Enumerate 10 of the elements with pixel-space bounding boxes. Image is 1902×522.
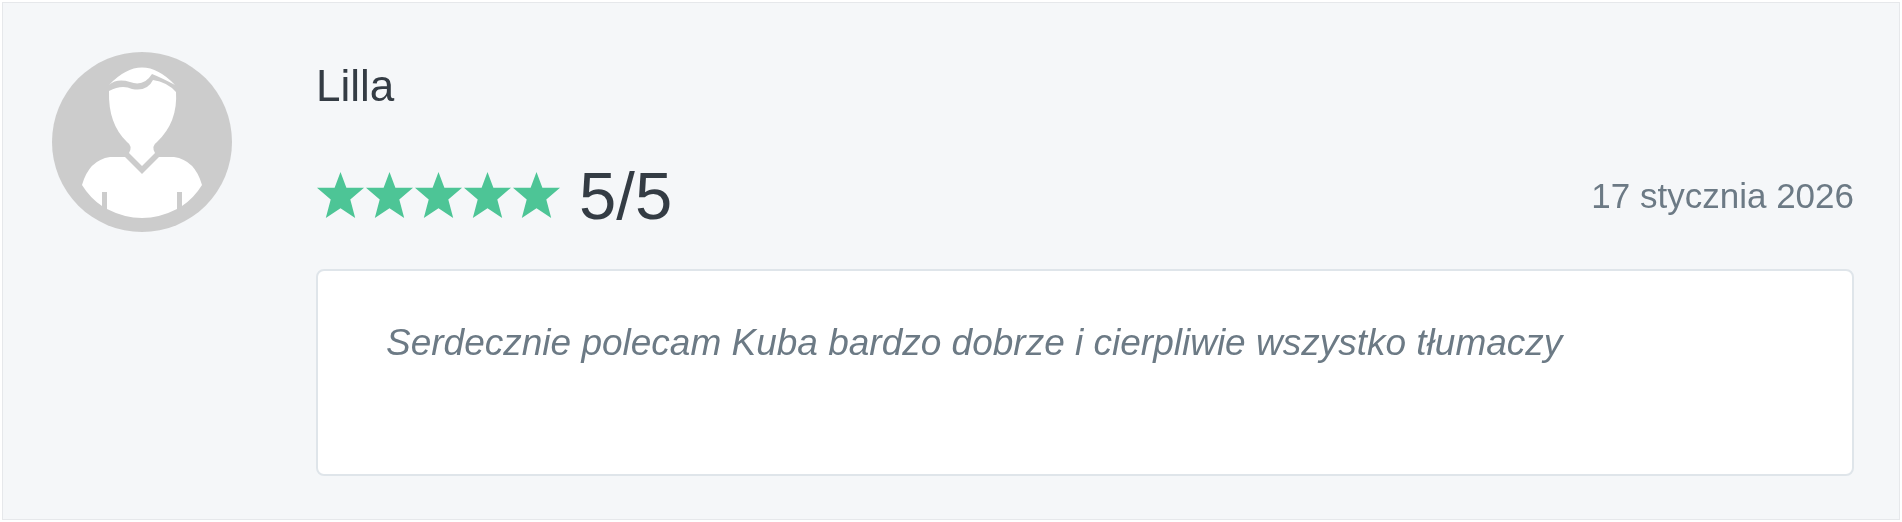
review-text: Serdecznie polecam Kuba bardzo dobrze i cierpliwie wszystko tłumaczy xyxy=(386,321,1563,365)
star-icon xyxy=(365,171,414,220)
rating-score: 5/5 xyxy=(579,162,673,229)
star-icon xyxy=(316,171,365,220)
star-icon xyxy=(512,171,561,220)
star-icon xyxy=(463,171,512,220)
reviewer-name: Lilla xyxy=(316,64,395,108)
star-icon xyxy=(414,171,463,220)
review-date: 17 stycznia 2026 xyxy=(1591,178,1854,213)
avatar-icon xyxy=(52,52,232,232)
